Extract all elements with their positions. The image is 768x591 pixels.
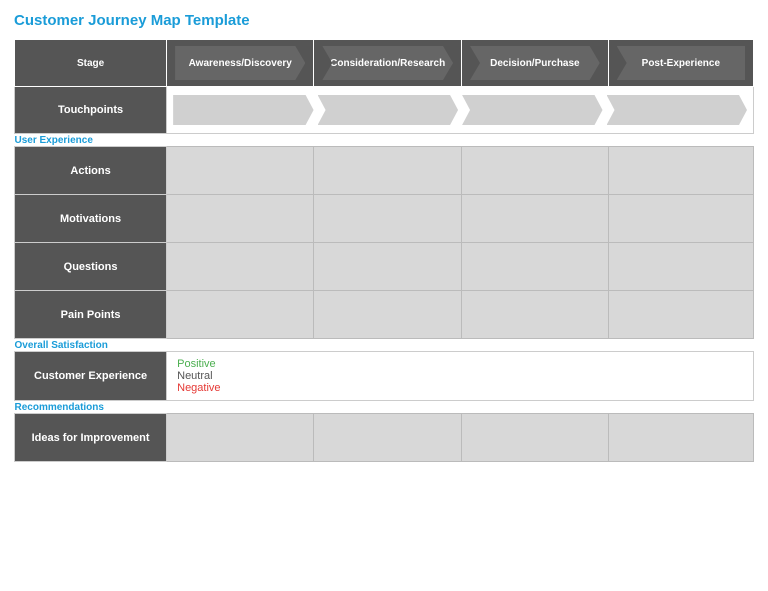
- page-title: Customer Journey Map Template: [14, 12, 754, 29]
- touchpoints-label: Touchpoints: [15, 87, 167, 134]
- ideas-label: Ideas for Improvement: [15, 414, 167, 462]
- col-header-1: Awareness/Discovery: [167, 40, 314, 87]
- pain-points-col1[interactable]: [167, 291, 314, 339]
- actions-label: Actions: [15, 147, 167, 195]
- questions-label: Questions: [15, 243, 167, 291]
- motivations-col4[interactable]: [608, 195, 753, 243]
- pain-points-col3[interactable]: [462, 291, 609, 339]
- actions-col2[interactable]: [314, 147, 462, 195]
- col-header-2: Consideration/Research: [314, 40, 462, 87]
- ce-positive: Positive: [177, 358, 743, 370]
- motivations-label: Motivations: [15, 195, 167, 243]
- questions-col4[interactable]: [608, 243, 753, 291]
- pain-points-col2[interactable]: [314, 291, 462, 339]
- col-header-4: Post-Experience: [608, 40, 753, 87]
- motivations-col2[interactable]: [314, 195, 462, 243]
- ideas-col4[interactable]: [608, 414, 753, 462]
- ideas-col3[interactable]: [462, 414, 609, 462]
- tp-arrow-2: [318, 95, 458, 125]
- user-experience-section: User Experience: [15, 134, 754, 147]
- col-header-3: Decision/Purchase: [462, 40, 609, 87]
- recommendations-section: Recommendations: [15, 401, 754, 414]
- pain-points-col4[interactable]: [608, 291, 753, 339]
- overall-satisfaction-section: Overall Satisfaction: [15, 339, 754, 352]
- tp-arrow-1: [173, 95, 313, 125]
- actions-col1[interactable]: [167, 147, 314, 195]
- ideas-col2[interactable]: [314, 414, 462, 462]
- questions-col3[interactable]: [462, 243, 609, 291]
- tp-arrow-4: [607, 95, 747, 125]
- motivations-col1[interactable]: [167, 195, 314, 243]
- tp-arrow-3: [462, 95, 602, 125]
- actions-col3[interactable]: [462, 147, 609, 195]
- actions-col4[interactable]: [608, 147, 753, 195]
- motivations-col3[interactable]: [462, 195, 609, 243]
- stage-header: Stage: [15, 40, 167, 87]
- customer-experience-label: Customer Experience: [15, 352, 167, 401]
- ce-neutral: Neutral: [177, 370, 743, 382]
- pain-points-label: Pain Points: [15, 291, 167, 339]
- ce-negative: Negative: [177, 382, 743, 394]
- touchpoints-content: [167, 87, 754, 134]
- customer-experience-content[interactable]: Positive Neutral Negative: [167, 352, 754, 401]
- ideas-col1[interactable]: [167, 414, 314, 462]
- questions-col2[interactable]: [314, 243, 462, 291]
- questions-col1[interactable]: [167, 243, 314, 291]
